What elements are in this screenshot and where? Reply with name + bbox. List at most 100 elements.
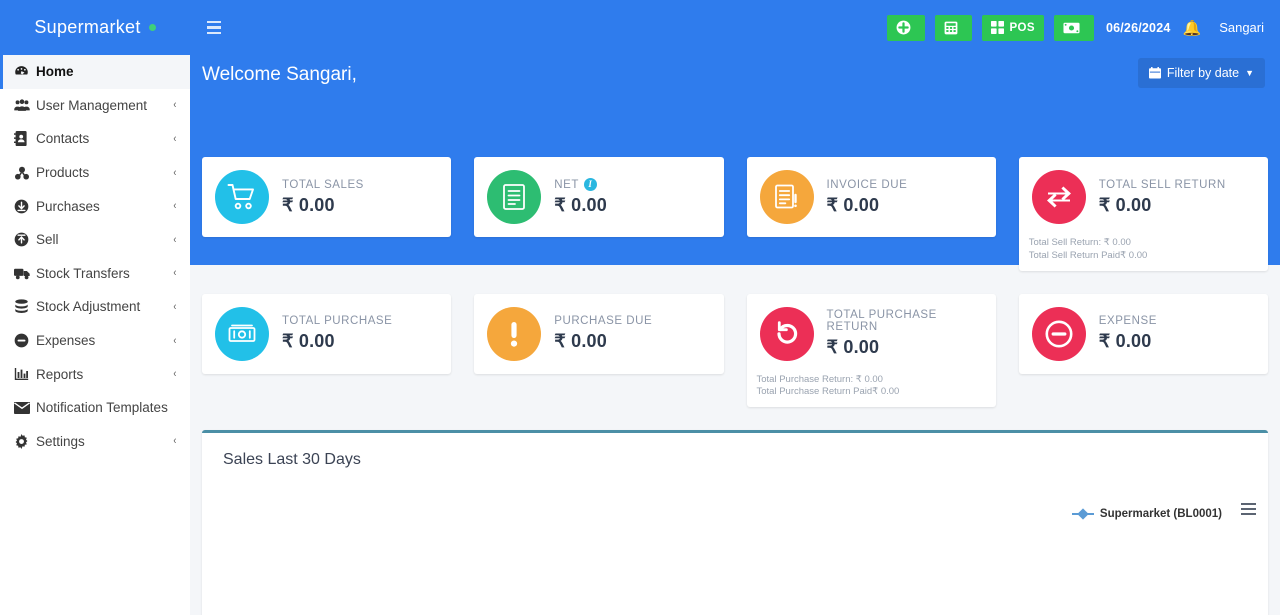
stat-cards-row-1: TOTAL SALES ₹ 0.00 NET I ₹ 0.00 INVOICE … [202,157,1268,271]
chart-plot-area: Supermarket (BL0001) INR [202,469,1268,615]
calendar-icon [1148,67,1161,79]
contact-book-icon [14,131,36,147]
card-total-sales[interactable]: TOTAL SALES ₹ 0.00 [202,157,452,237]
card-net[interactable]: NET i ₹ 0.00 [474,157,724,237]
pos-button-label: POS [1009,21,1035,34]
card-subtext-line: Total Sell Return: ₹ 0.00 [1028,237,1131,248]
money-icon [1063,22,1080,34]
grid-icon [991,21,1005,34]
database-icon [14,299,36,314]
sidebar-item-label: Reports [36,366,84,382]
minus-circle-icon [1031,306,1086,361]
chevron-left-icon: ‹ [173,132,177,145]
sidebar-item-products[interactable]: Products ‹ [0,156,190,190]
sidebar-item-user-management[interactable]: User Management ‹ [0,89,190,123]
gear-icon [14,433,36,449]
topbar: POS 06/26/2024 🔔 Sangari [190,0,1280,55]
card-label-text: TOTAL PURCHASE RETURN [826,309,937,334]
sidebar-item-label: Sell [36,232,59,248]
card-invoice-due[interactable]: INVOICE DUE ₹ 0.00 [746,157,996,237]
card-label: TOTAL PURCHASE RETURN [827,309,982,333]
chevron-left-icon: ‹ [173,435,177,448]
exchange-icon [1031,170,1086,224]
calculator-icon [944,21,958,35]
invoice-due-icon [759,170,814,224]
card-value: ₹ 0.00 [826,194,880,215]
sidebar-item-stock-adjustment[interactable]: Stock Adjustment ‹ [0,290,190,324]
cash-register-button[interactable] [1053,14,1094,41]
sidebar-item-reports[interactable]: Reports ‹ [0,357,190,391]
app-root: Supermarket Home User Management ‹ Conta… [0,0,1280,615]
sidebar-item-settings[interactable]: Settings ‹ [0,425,190,459]
sidebar-item-label: User Management [36,97,148,113]
chart-menu-icon[interactable] [1241,503,1256,516]
card-label-text: TOTAL PURCHASE [282,315,393,328]
bell-icon[interactable]: 🔔 [1183,19,1202,37]
pos-button[interactable]: POS [982,14,1044,41]
card-body: TOTAL PURCHASE ₹ 0.00 [202,294,451,374]
card-label: TOTAL PURCHASE [282,315,392,327]
chart-title: Sales Last 30 Days [223,451,361,469]
card-purchase-due[interactable]: PURCHASE DUE ₹ 0.00 [474,293,724,374]
chevron-left-icon: ‹ [173,334,177,347]
info-icon[interactable]: i [583,178,597,191]
chevron-left-icon: ‹ [173,233,177,246]
plus-circle-icon [896,20,911,35]
sidebar-item-purchases[interactable]: Purchases ‹ [0,189,190,223]
legend-label: Supermarket (BL0001) [1099,508,1222,521]
hamburger-icon[interactable] [200,14,228,42]
card-subtext-line: Total Purchase Return: ₹ 0.00 [756,373,883,385]
card-label-text: EXPENSE [1098,315,1157,328]
chevron-left-icon: ‹ [173,200,177,213]
card-text: PURCHASE DUE ₹ 0.00 [554,315,652,352]
sidebar-item-label: Purchases [36,198,100,214]
card-value: ₹ 0.00 [554,331,607,352]
card-total-purchase[interactable]: TOTAL PURCHASE ₹ 0.00 [202,293,452,374]
card-text: TOTAL SALES ₹ 0.00 [282,179,364,216]
chart-legend[interactable]: Supermarket (BL0001) [1071,508,1222,521]
sidebar: Supermarket Home User Management ‹ Conta… [0,0,190,615]
card-text: NET i ₹ 0.00 [554,178,607,216]
card-text: EXPENSE ₹ 0.00 [1099,315,1157,352]
card-total-sell-return[interactable]: TOTAL SELL RETURN ₹ 0.00 Total Sell Retu… [1018,157,1268,271]
user-menu[interactable]: Sangari [1219,20,1264,35]
brand-status-dot-icon [148,24,156,31]
products-icon [14,166,36,180]
card-subtext-line: Total Purchase Return Paid₹ 0.00 [756,386,900,398]
page-title: Welcome Sangari, [202,64,357,85]
card-label-text: PURCHASE DUE [554,315,653,328]
card-total-purchase-return[interactable]: TOTAL PURCHASE RETURN ₹ 0.00 Total Purch… [746,293,996,408]
sidebar-item-label: Notification Templates [36,400,168,416]
sidebar-item-contacts[interactable]: Contacts ‹ [0,122,190,156]
bar-chart-icon [14,367,36,381]
add-button[interactable] [887,14,926,41]
card-subtext: Total Purchase Return: ₹ 0.00 Total Purc… [747,374,996,408]
card-body: PURCHASE DUE ₹ 0.00 [474,294,723,374]
current-date[interactable]: 06/26/2024 [1106,21,1171,35]
brand-logo[interactable]: Supermarket [0,0,190,55]
sidebar-item-stock-transfers[interactable]: Stock Transfers ‹ [0,257,190,291]
users-icon [14,98,36,112]
chevron-left-icon: ‹ [173,99,177,112]
card-value: ₹ 0.00 [282,194,335,215]
sidebar-item-label: Settings [36,433,85,449]
card-text: TOTAL PURCHASE RETURN ₹ 0.00 [827,309,982,358]
sidebar-item-notification-templates[interactable]: Notification Templates [0,391,190,425]
card-text: TOTAL SELL RETURN ₹ 0.00 [1099,179,1226,216]
card-label-text: TOTAL SALES [282,178,364,191]
calculator-button[interactable] [935,14,973,41]
card-value: ₹ 0.00 [1098,194,1152,215]
sidebar-item-expenses[interactable]: Expenses ‹ [0,324,190,358]
card-value: ₹ 0.00 [282,331,335,352]
card-label-text: TOTAL SELL RETURN [1098,178,1226,191]
card-expense[interactable]: EXPENSE ₹ 0.00 [1018,293,1268,374]
card-body: INVOICE DUE ₹ 0.00 [747,157,996,237]
card-text: TOTAL PURCHASE ₹ 0.00 [282,315,392,352]
sidebar-item-home[interactable]: Home [0,55,190,89]
card-body: TOTAL SALES ₹ 0.00 [202,157,451,237]
card-label: NET i [554,178,607,191]
sidebar-item-label: Stock Transfers [36,265,130,281]
sales-chart-panel: Sales Last 30 Days Supermarket (BL0001) … [202,430,1268,615]
filter-by-date-button[interactable]: Filter by date ▼ [1137,58,1265,88]
sidebar-item-sell[interactable]: Sell ‹ [0,223,190,257]
